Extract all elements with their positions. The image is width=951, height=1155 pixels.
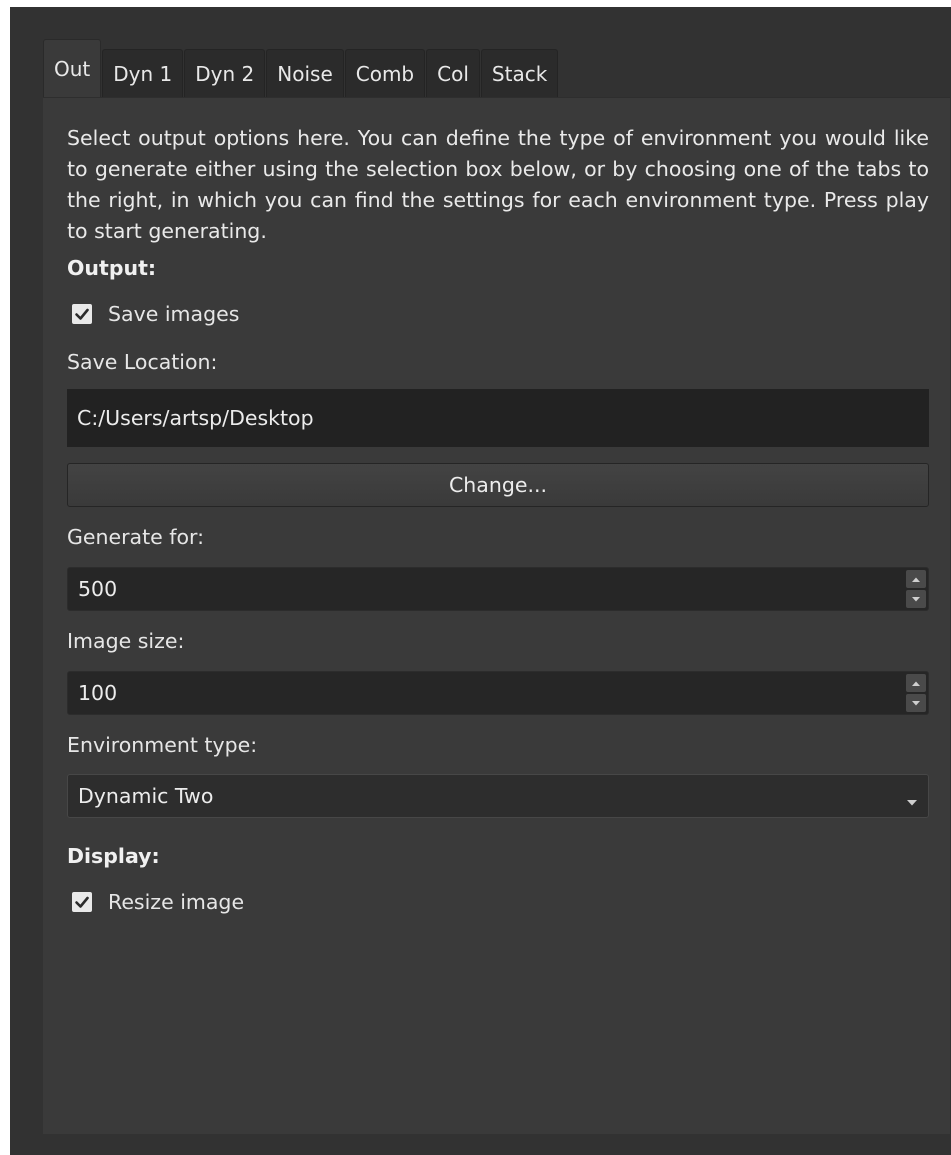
tab-stack[interactable]: Stack (480, 49, 559, 97)
description-text: Select output options here. You can defi… (67, 126, 929, 243)
generate-for-value[interactable]: 500 (78, 568, 117, 610)
arrow-down-icon[interactable] (906, 694, 926, 712)
arrow-down-icon[interactable] (906, 590, 926, 608)
image-size-label: Image size: (67, 629, 185, 653)
change-button[interactable]: Change... (67, 463, 929, 507)
display-heading: Display: (67, 844, 160, 868)
image-size-value[interactable]: 100 (78, 672, 117, 714)
check-icon (72, 304, 92, 324)
environment-type-label: Environment type: (67, 733, 258, 757)
environment-type-select[interactable]: Dynamic Two (67, 774, 929, 818)
tab-noise[interactable]: Noise (266, 49, 344, 97)
output-tab-panel: Select output options here. You can defi… (43, 97, 950, 1134)
resize-image-label: Resize image (108, 890, 245, 914)
chevron-down-icon (906, 792, 918, 811)
tab-dyn-2[interactable]: Dyn 2 (184, 49, 266, 97)
generate-for-label: Generate for: (67, 525, 204, 549)
generate-for-spinbox[interactable]: 500 (67, 567, 929, 611)
resize-image-checkbox[interactable]: Resize image (72, 890, 244, 914)
tab-out[interactable]: Out (43, 39, 102, 97)
tab-bar: Out Dyn 1 Dyn 2 Noise Comb Col Stack (43, 39, 559, 97)
save-images-checkbox[interactable]: Save images (72, 302, 239, 326)
save-images-label: Save images (108, 302, 240, 326)
output-heading: Output: (67, 256, 157, 280)
image-size-spinbox[interactable]: 100 (67, 671, 929, 715)
save-location-label: Save Location: (67, 350, 218, 374)
save-location-field: C:/Users/artsp/Desktop (67, 389, 929, 447)
check-icon (72, 892, 92, 912)
arrow-up-icon[interactable] (906, 570, 926, 588)
tab-comb[interactable]: Comb (344, 49, 426, 97)
tab-col[interactable]: Col (426, 49, 480, 97)
tab-dyn-1[interactable]: Dyn 1 (102, 49, 184, 97)
environment-type-value: Dynamic Two (78, 784, 214, 808)
arrow-up-icon[interactable] (906, 674, 926, 692)
window: Out Dyn 1 Dyn 2 Noise Comb Col Stack Sel… (10, 7, 951, 1155)
